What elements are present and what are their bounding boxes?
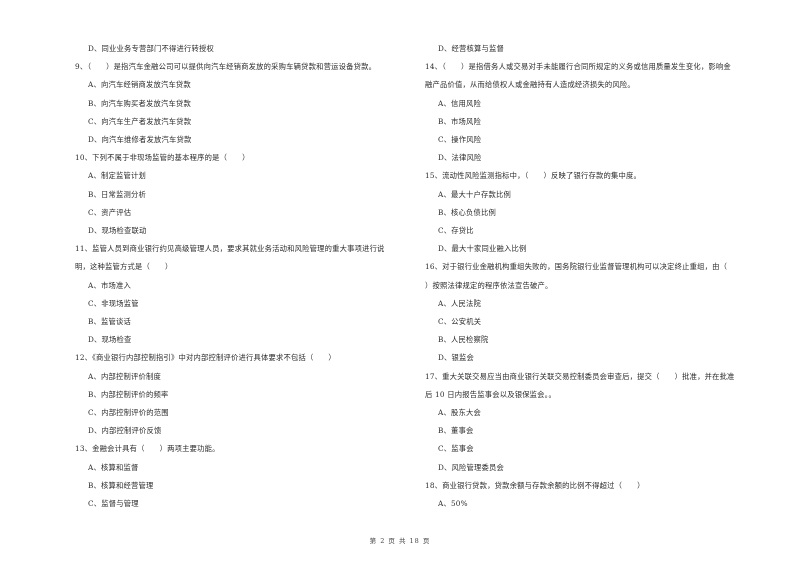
question-text: 11、监管人员到商业银行约见高级管理人员，要求其就业务活动和风险管理的重大事项进… (75, 244, 385, 254)
answer-option: D、同业业务专营部门不得进行转授权 (88, 44, 214, 53)
answer-option: C、资产评估 (88, 207, 132, 217)
question-text: 10、下列不属于非现场监管的基本程序的是（ ） (75, 153, 250, 163)
page-footer: 第 2 页 共 18 页 (369, 537, 431, 545)
answer-option: B、日常监测分析 (88, 189, 147, 199)
question-text: 14、（ ）是指借务人或交易对手未能履行合同所规定的义务或信用质量发生变化，影响… (425, 62, 731, 72)
answer-option: D、现场检查联动 (88, 226, 147, 235)
question-text: 13、金融会计具有（ ）两项主要功能。 (75, 444, 220, 454)
answer-option: B、监管谈话 (88, 317, 132, 326)
question-text: 12、《商业银行内部控制指引》中对内部控制评价进行具体要求不包括（ ） (75, 353, 336, 363)
answer-option: C、监事会 (438, 444, 474, 454)
answer-option: D、现场检查 (88, 335, 132, 345)
answer-option: A、制定监管计划 (88, 171, 146, 181)
answer-option: C、非现场监管 (88, 298, 139, 308)
question-text: 18、商业银行贷款，贷款余额与存款余额的比例不得超过（ ） (425, 480, 645, 490)
question-text-continued: ）按照法律规定的程序依法宣告破产。 (425, 280, 553, 290)
answer-option: D、风险管理委员会 (438, 462, 505, 472)
answer-option: D、向汽车维修者发放汽车贷款 (88, 135, 192, 144)
answer-option: C、向汽车生产者发放汽车贷款 (88, 116, 192, 126)
answer-option: A、人民法院 (438, 298, 481, 308)
answer-option: D、法律风险 (438, 153, 482, 163)
answer-option: C、存贷比 (438, 226, 474, 235)
answer-option: A、内部控制评价制度 (88, 371, 161, 381)
question-text: 9、（ ）是指汽车金融公司可以提供向汽车经销商发放的采购车辆贷款和营运设备贷款。 (75, 62, 377, 72)
answer-option: A、股东大会 (438, 408, 481, 417)
answer-option: B、核算和经营管理 (88, 480, 154, 490)
answer-option: C、监督与管理 (88, 499, 139, 508)
answer-option: B、内部控制评价的频率 (88, 389, 169, 399)
question-text: 16、对于银行业金融机构重组失败的，国务院银行业监督管理机构可以决定终止重组，由… (425, 262, 728, 272)
answer-option: A、核算和监督 (88, 462, 139, 472)
answer-option: B、核心负债比例 (438, 207, 497, 217)
question-text: 17、重大关联交易应当由商业银行关联交易控制委员会审查后，提交（ ）批准，并在批… (425, 371, 735, 381)
answer-option: C、内部控制评价的范围 (88, 408, 169, 417)
answer-option: B、向汽车购买者发放汽车贷款 (88, 98, 192, 108)
answer-option: D、内部控制评价反馈 (88, 426, 162, 436)
answer-option: D、最大十家同业融入比例 (438, 244, 527, 254)
question-text-continued: 融产品价值，从而给债权人或金融持有人造成经济损失的风险。 (425, 80, 635, 90)
question-text-continued: 明，这种监管方式是（ ） (75, 262, 173, 272)
answer-option: A、信用风险 (438, 98, 481, 108)
answer-option: D、银监会 (438, 353, 475, 363)
answer-option: C、操作风险 (438, 135, 482, 144)
answer-option: A、向汽车经销商发放汽车贷款 (88, 80, 191, 90)
answer-option: A、最大十户存款比例 (438, 189, 511, 199)
question-text: 15、流动性风险监测指标中，（ ）反映了银行存款的集中度。 (425, 171, 641, 181)
answer-option: A、市场准入 (88, 280, 131, 290)
answer-option: D、经营核算与监督 (438, 44, 505, 53)
answer-option: B、董事会 (438, 426, 474, 436)
answer-option: C、公安机关 (438, 317, 482, 326)
question-text-continued: 后 10 日内报告监事会以及银保监会。。 (425, 389, 557, 399)
answer-option: A、50% (438, 499, 468, 508)
answer-option: B、人民检察院 (438, 335, 489, 345)
answer-option: B、市场风险 (438, 116, 482, 126)
